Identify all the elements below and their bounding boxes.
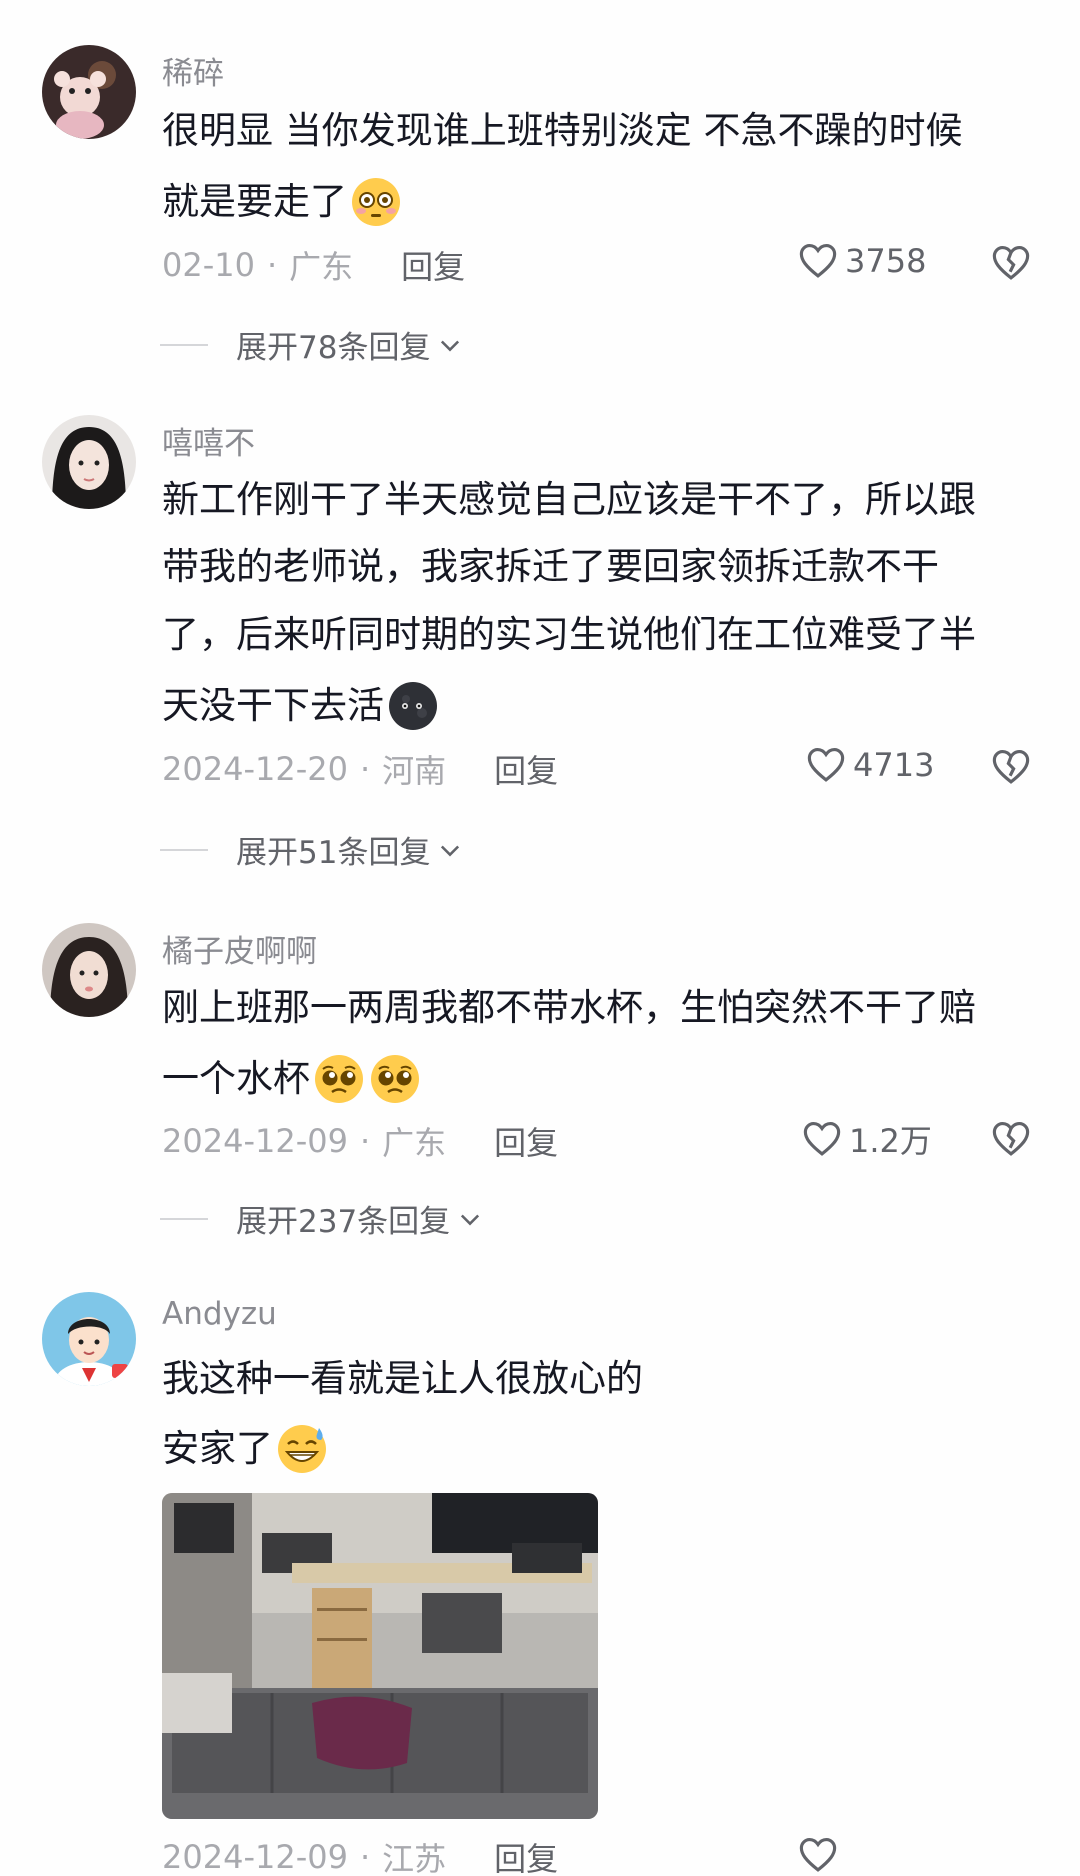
comment-text-fragment: 一个水杯 xyxy=(162,1057,310,1100)
dislike-button[interactable] xyxy=(990,746,1032,788)
chevron-down-icon xyxy=(441,845,460,856)
dislike-button[interactable] xyxy=(990,1118,1032,1160)
comment-text-line-with-emoji: 安家了 xyxy=(162,1422,329,1476)
comment-photo[interactable] xyxy=(162,1493,598,1819)
heart-icon xyxy=(807,748,845,782)
avatar[interactable] xyxy=(42,415,136,509)
expand-replies-label: 展开78条回复 xyxy=(236,330,431,366)
like-count: 4713 xyxy=(853,746,935,784)
chevron-down-icon xyxy=(461,1214,480,1225)
like-count: 1.2万 xyxy=(849,1122,932,1160)
heart-icon xyxy=(799,244,837,278)
comment-region: 江苏 xyxy=(382,1840,447,1876)
comment-date: 2024-12-20 xyxy=(162,750,348,788)
expand-replies-label: 展开51条回复 xyxy=(236,835,431,871)
reply-button[interactable]: 回复 xyxy=(401,242,465,288)
pleading-face-icon xyxy=(312,1052,366,1106)
comment-text-line: 带我的老师说，我家拆迁了要回家领拆迁款不干 xyxy=(162,545,939,588)
comment-meta: 2024-12-09 · 广东 回复 xyxy=(162,1118,558,1164)
avatar[interactable] xyxy=(42,923,136,1017)
comment-region: 河南 xyxy=(382,752,447,790)
expand-replies-button[interactable]: 展开51条回复 xyxy=(160,827,464,872)
comment-text-fragment: 就是要走了 xyxy=(162,180,347,223)
comment-text-line-with-emoji: 就是要走了 xyxy=(162,175,403,229)
comment-meta: 02-10 · 广东 回复 xyxy=(162,242,465,288)
avatar[interactable] xyxy=(42,45,136,139)
comment-meta: 2024-12-20 · 河南 回复 xyxy=(162,746,558,792)
comment-region: 广东 xyxy=(382,1124,447,1162)
reply-button[interactable]: 回复 xyxy=(494,1834,558,1876)
comment-text-line: 了，后来听同时期的实习生说他们在工位难受了半 xyxy=(162,613,976,656)
username[interactable]: 稀碎 xyxy=(162,48,224,93)
like-button[interactable]: 4713 xyxy=(805,744,934,786)
comment-date: 02-10 xyxy=(162,246,255,284)
comment-text-line: 我这种一看就是让人很放心的 xyxy=(162,1357,643,1400)
dark-moon-face-icon xyxy=(386,679,440,733)
heart-icon xyxy=(799,1838,837,1872)
like-count: 3758 xyxy=(845,242,927,280)
pleading-face-icon xyxy=(368,1052,422,1106)
broken-heart-icon xyxy=(992,750,1030,784)
username[interactable]: 橘子皮啊啊 xyxy=(162,926,317,971)
comment-text-line-with-emoji: 天没干下去活 xyxy=(162,679,440,733)
comment-text-line: 刚上班那一两周我都不带水杯，生怕突然不干了赔 xyxy=(162,986,976,1029)
username[interactable]: Andyzu xyxy=(162,1296,277,1332)
dislike-button[interactable] xyxy=(990,242,1032,284)
comment-date: 2024-12-09 xyxy=(162,1122,348,1160)
like-button[interactable]: 1.2万 xyxy=(801,1116,932,1162)
broken-heart-icon xyxy=(992,1122,1030,1156)
reply-button[interactable]: 回复 xyxy=(494,746,558,792)
avatar[interactable] xyxy=(42,1292,136,1386)
comment-text-line: 很明显 当你发现谁上班特别淡定 不急不躁的时候 xyxy=(162,109,963,152)
username[interactable]: 嘻嘻不 xyxy=(162,418,255,463)
expand-replies-button[interactable]: 展开237条回复 xyxy=(160,1196,484,1241)
comment-date: 2024-12-09 xyxy=(162,1838,348,1876)
flushed-face-icon xyxy=(349,175,403,229)
comment-text-line: 新工作刚干了半天感觉自己应该是干不了，所以跟 xyxy=(162,478,976,521)
comment-text-fragment: 天没干下去活 xyxy=(162,684,384,727)
comment-meta: 2024-12-09 · 江苏 回复 xyxy=(162,1834,558,1876)
like-button[interactable] xyxy=(797,1834,845,1876)
reply-button[interactable]: 回复 xyxy=(494,1118,558,1164)
broken-heart-icon xyxy=(992,246,1030,280)
like-button[interactable]: 3758 xyxy=(797,240,926,282)
expand-replies-label: 展开237条回复 xyxy=(236,1204,451,1240)
comment-text-fragment: 安家了 xyxy=(162,1427,273,1470)
expand-replies-button[interactable]: 展开78条回复 xyxy=(160,322,464,367)
comment-region: 广东 xyxy=(289,248,354,286)
grinning-sweat-icon xyxy=(275,1422,329,1476)
comment-text-line-with-emoji: 一个水杯 xyxy=(162,1052,422,1106)
chevron-down-icon xyxy=(441,340,460,351)
heart-icon xyxy=(803,1122,841,1156)
